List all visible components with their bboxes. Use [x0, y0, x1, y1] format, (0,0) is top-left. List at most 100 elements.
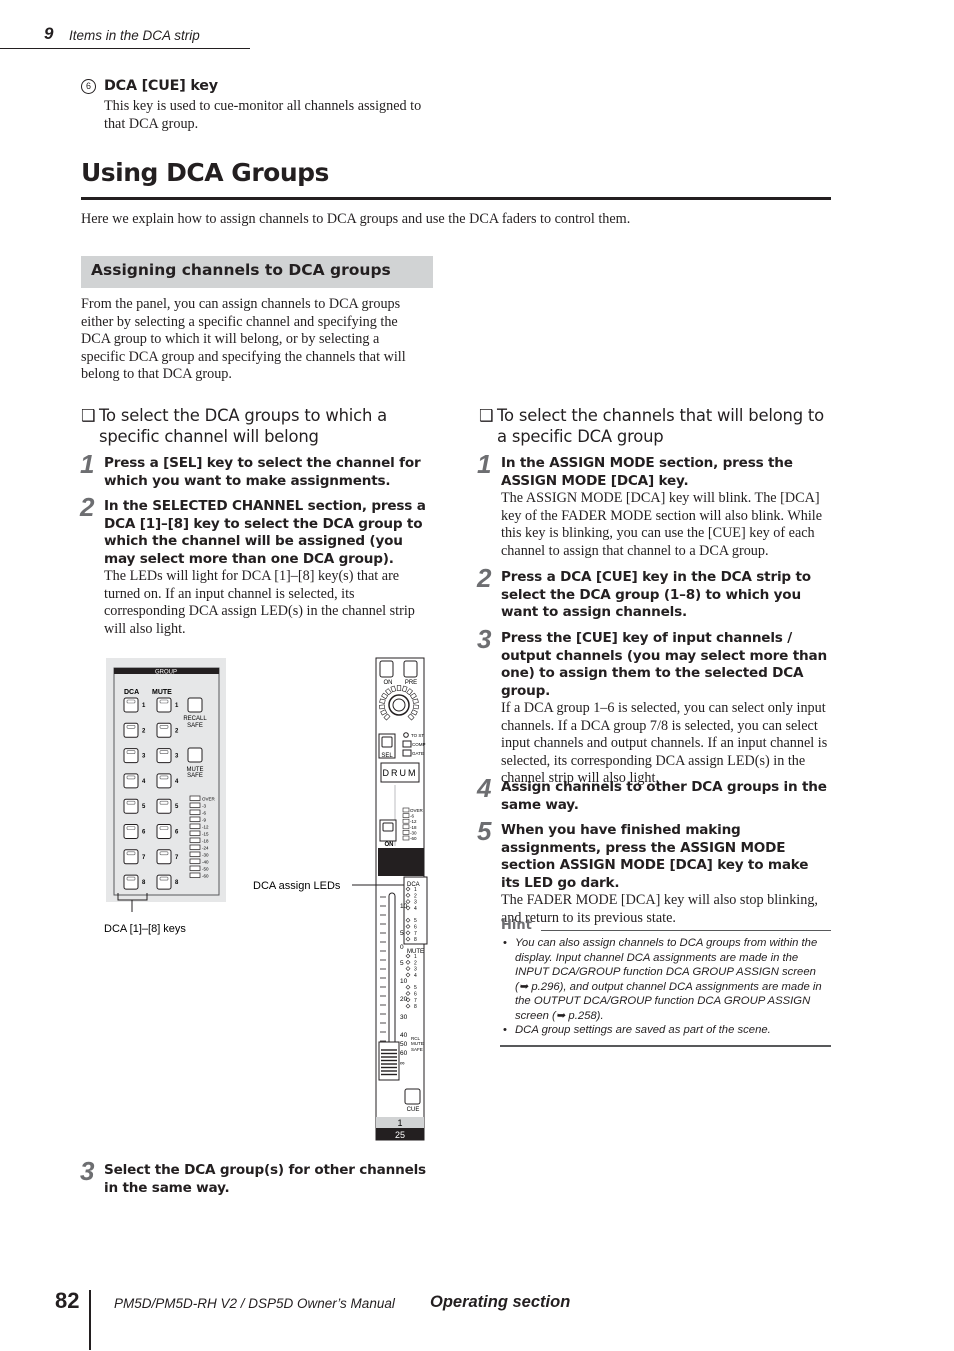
header-rule [0, 48, 250, 49]
chapter-title: Items in the DCA strip [69, 28, 200, 43]
pre-key [403, 660, 418, 678]
meter-label: -12 [410, 819, 417, 824]
right-step-5: 5 When you have finished making assignme… [477, 816, 831, 927]
meter-led [189, 844, 201, 850]
right-step-4: 4 Assign channels to other DCA groups in… [477, 773, 831, 814]
step-number: 4 [477, 773, 492, 803]
footer-section: Operating section [430, 1293, 571, 1311]
meter-label: -9 [202, 818, 206, 823]
meter-label: -30 [202, 853, 209, 858]
page-number: 82 [55, 1288, 80, 1313]
group-title: GROUP [155, 670, 177, 676]
step-number: 3 [80, 1156, 95, 1186]
fader-scale-label: 50 [400, 1041, 408, 1048]
mute-safe-label: SAFE [187, 773, 203, 779]
item-text: This key is used to cue-monitor all chan… [104, 98, 422, 132]
meter-label: -40 [202, 860, 209, 865]
step-number: 2 [80, 492, 95, 522]
subsection-banner: Assigning channels to DCA groups [81, 256, 433, 288]
fader-scale-label: 5 [400, 930, 404, 937]
meter-led [189, 823, 201, 829]
fader-scale-label: 20 [400, 996, 408, 1003]
left-step-1: 1 Press a [SEL] key to select the channe… [80, 449, 429, 490]
channel-number: 1 [397, 1118, 402, 1128]
mute-assign-led-number: 3 [414, 967, 417, 973]
meter-led [402, 813, 410, 818]
step-number: 3 [477, 624, 492, 654]
mute-assign-led-number: 4 [414, 973, 417, 979]
meter-label: -50 [202, 867, 209, 872]
pre-label: PRE [405, 680, 417, 686]
on-label-2: ON [385, 842, 394, 848]
meter-label: -6 [410, 814, 414, 819]
dca-assign-led-number: 5 [414, 918, 417, 924]
hint-bottom-rule [500, 1045, 831, 1047]
step-number: 1 [80, 449, 95, 479]
meter-led [189, 858, 201, 864]
meter-led [402, 807, 410, 813]
step-head: In the ASSIGN MODE section, press the AS… [501, 455, 793, 489]
meter-led [189, 830, 201, 836]
manual-title: PM5D/PM5D-RH V2 / DSP5D Owner’s Manual [114, 1296, 395, 1311]
mute-assign-led-number: 7 [414, 998, 417, 1004]
fader-scale-label: 40 [400, 1032, 408, 1039]
dca-assign-led-number: 3 [414, 900, 417, 906]
encoder-led [412, 704, 419, 710]
mute-assign-led-number: 1 [414, 954, 417, 960]
cue-key [404, 1088, 421, 1105]
mute-assign-led-number: 8 [414, 1004, 417, 1010]
meter-led [189, 851, 201, 857]
recall-safe-key [187, 697, 203, 713]
sel-label: SEL [381, 753, 393, 759]
dca-assign-led-number: 1 [414, 887, 417, 893]
step-text: The FADER MODE [DCA] key will also stop … [501, 892, 818, 926]
dca-assign-led-number: 6 [414, 925, 417, 931]
right-heading: ❑ To select the channels that will belon… [479, 405, 829, 447]
fader-scale-label: 30 [400, 1014, 408, 1021]
step-head: Press a DCA [CUE] key in the DCA strip t… [501, 569, 811, 620]
fader-scale-label: 60 [400, 1050, 408, 1057]
meter-led [189, 872, 201, 878]
meter-led [402, 830, 410, 835]
left-step-3: 3 Select the DCA group(s) for other chan… [80, 1156, 429, 1197]
fader-scale-label: 5 [400, 960, 404, 967]
meter-led [189, 837, 201, 843]
fader-scale-label: 0 [400, 944, 404, 951]
meter-label: -30 [410, 830, 417, 835]
figure-panels: GROUP DCA MUTE 1 12 23 34 45 56 67 78 8 RECALL S… [104, 657, 428, 1141]
dca-leds-callout: DCA assign LEDs [253, 880, 341, 892]
hint-item: DCA group settings are saved as part of … [501, 1023, 831, 1038]
encoder-led [379, 704, 386, 710]
step-text: The LEDs will light for DCA [1]–[8] key(… [104, 568, 415, 637]
step-head: Press the [CUE] key of input channels / … [501, 630, 827, 699]
to-st-led [403, 732, 409, 738]
meter-led [189, 816, 201, 822]
hint-item: You can also assign channels to DCA grou… [501, 936, 831, 1023]
rcl-safe-label: SAFE [411, 1047, 423, 1052]
recall-safe-label: SAFE [187, 723, 203, 729]
step-head: Press a [SEL] key to select the channel … [104, 455, 421, 489]
comp-led [402, 740, 412, 748]
meter-label: OVER [410, 808, 424, 813]
step-text: If a DCA group 1–6 is selected, you can … [501, 700, 828, 787]
dca-assign-led-number: 8 [414, 937, 417, 943]
encoder-led [396, 685, 402, 691]
hint-top-rule [541, 930, 831, 931]
meter-led [189, 802, 201, 808]
meter-led [189, 795, 201, 801]
meter-led [189, 865, 201, 871]
encoder-led [379, 698, 386, 704]
step-head: In the SELECTED CHANNEL section, press a… [104, 498, 426, 567]
mute-assign-led-number: 5 [414, 985, 417, 991]
hint-list: You can also assign channels to DCA grou… [501, 936, 831, 1038]
right-step-2: 2 Press a DCA [CUE] key in the DCA strip… [477, 563, 831, 622]
channel-name: DRUM [383, 768, 418, 778]
step-head: Select the DCA group(s) for other channe… [104, 1162, 426, 1196]
subsection-title: Assigning channels to DCA groups [91, 261, 391, 279]
dca-label: DCA [124, 689, 139, 696]
step-head: Assign channels to other DCA groups in t… [501, 779, 827, 813]
cue-label: CUE [407, 1107, 420, 1113]
meter-label: OVER [202, 797, 216, 802]
meter-label: -18 [202, 839, 209, 844]
gate-led [402, 749, 412, 757]
